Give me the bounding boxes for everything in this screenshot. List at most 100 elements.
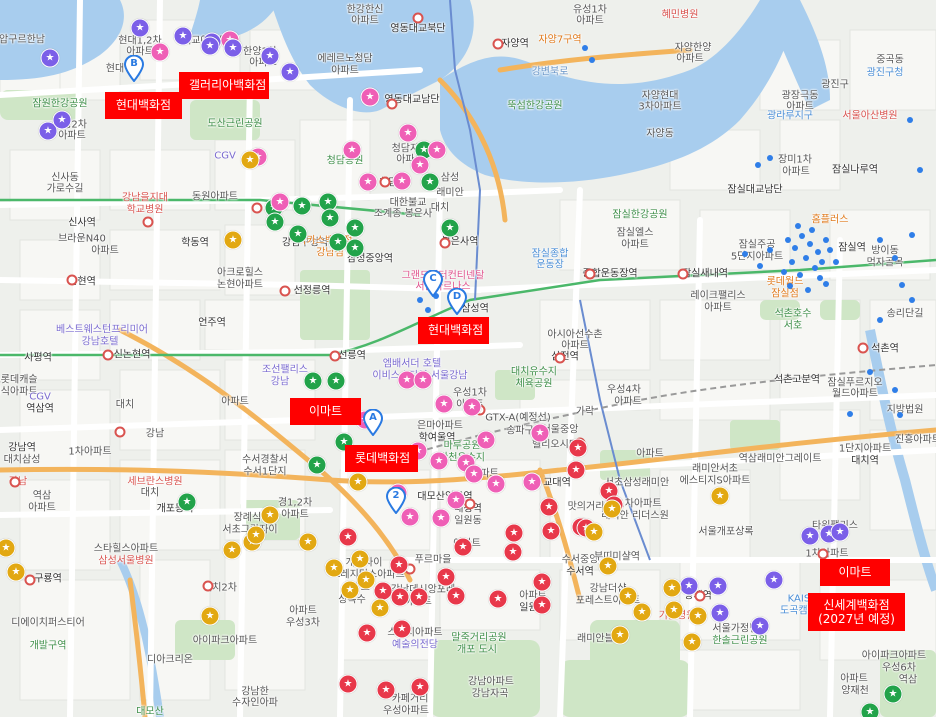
subway-station-marker[interactable] bbox=[279, 285, 291, 297]
poi-dot[interactable] bbox=[767, 247, 773, 253]
star-icon[interactable]: ★ bbox=[6, 562, 26, 582]
star-icon[interactable]: ★ bbox=[750, 616, 770, 636]
star-icon[interactable]: ★ bbox=[52, 110, 72, 130]
star-icon[interactable]: ★ bbox=[618, 586, 638, 606]
star-icon[interactable]: ★ bbox=[130, 18, 150, 38]
subway-station-marker[interactable] bbox=[379, 176, 391, 188]
poi-dot[interactable] bbox=[823, 237, 829, 243]
star-icon[interactable]: ★ bbox=[392, 171, 412, 191]
star-icon[interactable]: ★ bbox=[357, 623, 377, 643]
poi-dot[interactable] bbox=[909, 297, 915, 303]
subway-station-marker[interactable] bbox=[386, 98, 398, 110]
star-icon[interactable]: ★ bbox=[530, 423, 550, 443]
star-icon[interactable]: ★ bbox=[240, 150, 260, 170]
star-icon[interactable]: ★ bbox=[710, 603, 730, 623]
star-icon[interactable]: ★ bbox=[464, 464, 484, 484]
star-icon[interactable]: ★ bbox=[173, 26, 193, 46]
poi-dot[interactable] bbox=[847, 411, 853, 417]
star-icon[interactable]: ★ bbox=[222, 540, 242, 560]
star-icon[interactable]: ★ bbox=[664, 600, 684, 620]
subway-station-marker[interactable] bbox=[24, 574, 36, 586]
star-icon[interactable]: ★ bbox=[338, 674, 358, 694]
subway-station-marker[interactable] bbox=[142, 216, 154, 228]
star-icon[interactable]: ★ bbox=[764, 570, 784, 590]
poi-dot[interactable] bbox=[899, 282, 905, 288]
star-icon[interactable]: ★ bbox=[390, 587, 410, 607]
star-icon[interactable]: ★ bbox=[223, 38, 243, 58]
poi-dot[interactable] bbox=[907, 117, 913, 123]
star-icon[interactable]: ★ bbox=[288, 224, 308, 244]
poi-dot[interactable] bbox=[867, 369, 873, 375]
star-icon[interactable]: ★ bbox=[348, 472, 368, 492]
star-icon[interactable]: ★ bbox=[539, 497, 559, 517]
star-icon[interactable]: ★ bbox=[413, 370, 433, 390]
star-icon[interactable]: ★ bbox=[270, 192, 290, 212]
poi-dot[interactable] bbox=[742, 251, 748, 257]
poi-dot[interactable] bbox=[819, 259, 825, 265]
star-icon[interactable]: ★ bbox=[453, 537, 473, 557]
star-icon[interactable]: ★ bbox=[598, 556, 618, 576]
star-icon[interactable]: ★ bbox=[200, 36, 220, 56]
poi-dot[interactable] bbox=[795, 223, 801, 229]
star-icon[interactable]: ★ bbox=[688, 606, 708, 626]
star-icon[interactable]: ★ bbox=[568, 438, 588, 458]
star-icon[interactable]: ★ bbox=[476, 430, 496, 450]
poi-dot[interactable] bbox=[877, 317, 883, 323]
star-icon[interactable]: ★ bbox=[356, 570, 376, 590]
poi-dot[interactable] bbox=[417, 297, 423, 303]
poi-dot[interactable] bbox=[755, 162, 761, 168]
pin-a[interactable]: A bbox=[363, 409, 383, 436]
poi-dot[interactable] bbox=[809, 227, 815, 233]
star-icon[interactable]: ★ bbox=[830, 522, 850, 542]
poi-dot[interactable] bbox=[781, 269, 787, 275]
star-icon[interactable]: ★ bbox=[389, 555, 409, 575]
pin-2[interactable]: 2 bbox=[386, 487, 406, 514]
star-icon[interactable]: ★ bbox=[462, 397, 482, 417]
star-icon[interactable]: ★ bbox=[392, 619, 412, 639]
star-icon[interactable]: ★ bbox=[398, 123, 418, 143]
subway-station-marker[interactable] bbox=[114, 426, 126, 438]
map-view[interactable]: 압구르한남현대1,2차아파트현대대교아파트한양1차아파트에레르노청담아파트한강한… bbox=[0, 0, 936, 717]
star-icon[interactable]: ★ bbox=[370, 598, 390, 618]
star-icon[interactable]: ★ bbox=[436, 567, 456, 587]
poi-dot[interactable] bbox=[789, 259, 795, 265]
subway-station-marker[interactable] bbox=[329, 350, 341, 362]
star-icon[interactable]: ★ bbox=[532, 595, 552, 615]
subway-station-marker[interactable] bbox=[251, 202, 263, 214]
star-icon[interactable]: ★ bbox=[610, 625, 630, 645]
poi-dot[interactable] bbox=[797, 272, 803, 278]
star-icon[interactable]: ★ bbox=[345, 218, 365, 238]
star-icon[interactable]: ★ bbox=[710, 486, 730, 506]
star-icon[interactable]: ★ bbox=[584, 522, 604, 542]
star-icon[interactable]: ★ bbox=[177, 492, 197, 512]
poi-dot[interactable] bbox=[833, 259, 839, 265]
star-icon[interactable]: ★ bbox=[260, 505, 280, 525]
poi-dot[interactable] bbox=[877, 237, 883, 243]
star-icon[interactable]: ★ bbox=[324, 558, 344, 578]
poi-dot[interactable] bbox=[892, 255, 898, 261]
pin-b[interactable]: B bbox=[124, 55, 144, 82]
star-icon[interactable]: ★ bbox=[410, 155, 430, 175]
star-icon[interactable]: ★ bbox=[708, 576, 728, 596]
star-icon[interactable]: ★ bbox=[632, 602, 652, 622]
subway-station-marker[interactable] bbox=[817, 548, 829, 560]
poi-dot[interactable] bbox=[589, 57, 595, 63]
poi-dot[interactable] bbox=[892, 387, 898, 393]
star-icon[interactable]: ★ bbox=[446, 586, 466, 606]
poi-dot[interactable] bbox=[767, 155, 773, 161]
poi-dot[interactable] bbox=[827, 247, 833, 253]
subway-station-marker[interactable] bbox=[677, 268, 689, 280]
star-icon[interactable]: ★ bbox=[409, 587, 429, 607]
star-icon[interactable]: ★ bbox=[440, 218, 460, 238]
star-icon[interactable]: ★ bbox=[342, 140, 362, 160]
star-icon[interactable]: ★ bbox=[486, 474, 506, 494]
star-icon[interactable]: ★ bbox=[223, 230, 243, 250]
subway-station-marker[interactable] bbox=[9, 476, 21, 488]
poi-dot[interactable] bbox=[425, 307, 431, 313]
star-icon[interactable]: ★ bbox=[326, 371, 346, 391]
star-icon[interactable]: ★ bbox=[292, 196, 312, 216]
star-icon[interactable]: ★ bbox=[566, 460, 586, 480]
star-icon[interactable]: ★ bbox=[303, 371, 323, 391]
star-icon[interactable]: ★ bbox=[541, 521, 561, 541]
star-icon[interactable]: ★ bbox=[662, 578, 682, 598]
